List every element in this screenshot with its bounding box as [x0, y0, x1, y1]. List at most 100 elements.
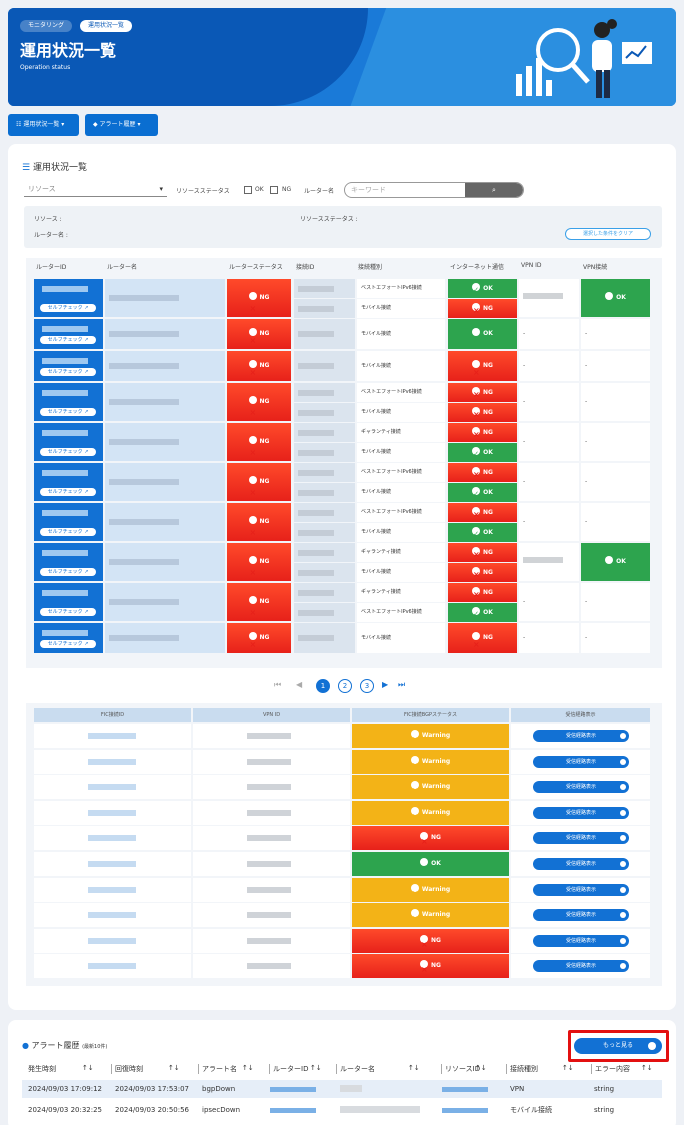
router-id-link[interactable] — [270, 1108, 316, 1113]
self-check-button[interactable]: セルフチェック ↗ — [40, 640, 96, 648]
next-page-icon[interactable]: ▶ — [382, 680, 388, 689]
sort-icon[interactable]: ↑↓ — [641, 1064, 653, 1072]
self-check-button[interactable]: セルフチェック ↗ — [40, 368, 96, 376]
router-id-cell[interactable]: セルフチェック ↗ — [34, 351, 103, 381]
fic-id-link[interactable] — [88, 758, 136, 765]
router-id-value[interactable] — [42, 510, 88, 516]
connection-type-cell: モバイル接続 — [357, 523, 445, 542]
router-id-cell[interactable]: セルフチェック ↗ — [34, 463, 103, 501]
router-id-cell[interactable]: セルフチェック ↗ — [34, 423, 103, 461]
router-id-cell[interactable]: セルフチェック ↗ — [34, 503, 103, 541]
self-check-button[interactable]: セルフチェック ↗ — [40, 336, 96, 344]
router-id-cell[interactable]: セルフチェック ↗ — [34, 583, 103, 621]
vpn-status-cell: - — [581, 583, 650, 621]
fic-id-link[interactable] — [88, 861, 136, 867]
sort-icon[interactable]: ↑↓ — [408, 1064, 420, 1072]
connection-id-value — [298, 549, 334, 556]
fic-id-link[interactable] — [88, 784, 136, 791]
self-check-button[interactable]: セルフチェック ↗ — [40, 488, 96, 496]
self-check-button[interactable]: セルフチェック ↗ — [40, 568, 96, 576]
self-check-button[interactable]: セルフチェック ↗ — [40, 528, 96, 536]
occurred-time: 2024/09/03 20:32:25 — [28, 1106, 103, 1114]
resource-id-link[interactable] — [442, 1087, 488, 1092]
fic-id-link[interactable] — [88, 809, 136, 816]
x-circle-icon — [472, 425, 481, 444]
router-id-value[interactable] — [42, 358, 88, 364]
first-page-icon[interactable]: ⏮ — [274, 680, 281, 690]
alert-history-button[interactable]: ◆ アラート履歴 ▾ — [85, 114, 158, 136]
self-check-button[interactable]: セルフチェック ↗ — [40, 608, 96, 616]
fic-vpn-id-value — [247, 758, 291, 765]
router-id-value[interactable] — [42, 326, 88, 332]
router-id-link[interactable] — [270, 1087, 316, 1092]
page-1[interactable]: 1 — [316, 679, 330, 693]
router-id-cell[interactable]: セルフチェック ↗ — [34, 383, 103, 421]
prev-page-icon[interactable]: ◀ — [296, 680, 302, 689]
router-id-value[interactable] — [42, 630, 88, 636]
page-3[interactable]: 3 — [360, 679, 374, 693]
show-received-routes-button[interactable]: 受信経路表示 — [533, 781, 629, 794]
connection-id-cell — [294, 523, 355, 542]
connection-type-cell: ギャランティ接続 — [357, 543, 445, 562]
operation-status-button[interactable]: ☷ 運用状況一覧 ▾ — [8, 114, 79, 136]
show-received-routes-button[interactable]: 受信経路表示 — [533, 883, 629, 896]
self-check-button[interactable]: セルフチェック ↗ — [40, 448, 96, 456]
fic-id-link[interactable] — [88, 886, 136, 893]
router-id-value[interactable] — [42, 550, 88, 556]
search-button[interactable]: ⌕ — [465, 183, 523, 197]
fic-id-link[interactable] — [88, 835, 136, 842]
recovered-time: 2024/09/03 20:50:56 — [115, 1106, 190, 1114]
clear-filter-button[interactable]: 選択した条件をクリア — [565, 228, 651, 240]
page-2[interactable]: 2 — [338, 679, 352, 693]
self-check-button[interactable]: セルフチェック ↗ — [40, 304, 96, 312]
show-received-routes-button[interactable]: 受信経路表示 — [533, 806, 629, 819]
fic-vpn-id-cell — [193, 928, 350, 953]
vpn-id-cell — [519, 543, 579, 581]
sort-icon[interactable]: ↑↓ — [242, 1064, 254, 1072]
show-received-routes-button[interactable]: 受信経路表示 — [533, 832, 629, 845]
show-received-routes-button[interactable]: 受信経路表示 — [533, 730, 629, 742]
fic-id-link[interactable] — [88, 733, 136, 739]
keyword-search-input[interactable]: キーワード ⌕ — [344, 182, 524, 198]
fic-vpn-id-value — [247, 861, 291, 867]
bgp-status-badge: Warning — [352, 877, 509, 906]
router-name-cell — [105, 463, 225, 501]
fic-id-link[interactable] — [88, 912, 136, 919]
show-received-routes-button[interactable]: 受信経路表示 — [533, 934, 629, 947]
ng-checkbox[interactable] — [270, 186, 278, 194]
router-id-value[interactable] — [42, 470, 88, 476]
connection-id-value — [298, 569, 334, 576]
router-id-cell[interactable]: セルフチェック ↗ — [34, 319, 103, 349]
show-received-routes-button[interactable]: 受信経路表示 — [533, 960, 629, 973]
router-id-value[interactable] — [42, 286, 88, 292]
sort-icon[interactable]: ↑↓ — [475, 1064, 487, 1072]
show-received-routes-button[interactable]: 受信経路表示 — [533, 909, 629, 922]
ok-checkbox[interactable] — [244, 186, 252, 194]
fic-id-link[interactable] — [88, 963, 136, 970]
last-page-icon[interactable]: ⏭ — [398, 680, 405, 690]
self-check-button[interactable]: セルフチェック ↗ — [40, 408, 96, 416]
router-id-cell[interactable]: セルフチェック ↗ — [34, 279, 103, 317]
router-id-value[interactable] — [42, 590, 88, 596]
show-received-routes-button[interactable]: 受信経路表示 — [533, 858, 629, 870]
router-id-cell[interactable]: セルフチェック ↗ — [34, 543, 103, 581]
filter-resource-status: リソースステータス : — [300, 216, 358, 223]
sort-icon[interactable]: ↑↓ — [310, 1064, 322, 1072]
router-id-cell[interactable]: セルフチェック ↗ — [34, 623, 103, 653]
router-id-value[interactable] — [42, 430, 88, 436]
connection-id-cell — [294, 443, 355, 462]
resource-id-link[interactable] — [442, 1108, 488, 1113]
col-recovered: 回復時刻 — [115, 1065, 143, 1073]
sort-icon[interactable]: ↑↓ — [168, 1064, 180, 1072]
connection-id-cell — [294, 319, 355, 349]
fic-id-link[interactable] — [88, 937, 136, 944]
router-id-value[interactable] — [42, 390, 88, 396]
show-received-routes-button[interactable]: 受信経路表示 — [533, 755, 629, 768]
sort-icon[interactable]: ↑↓ — [82, 1064, 94, 1072]
x-circle-icon — [248, 594, 257, 632]
sort-icon[interactable]: ↑↓ — [562, 1064, 574, 1072]
breadcrumb-monitoring[interactable]: モニタリング — [20, 20, 73, 32]
x-circle-icon — [410, 754, 419, 778]
resource-select[interactable]: リソース ▾ — [24, 182, 167, 197]
col-connection-type: 接続種別 — [510, 1065, 538, 1073]
